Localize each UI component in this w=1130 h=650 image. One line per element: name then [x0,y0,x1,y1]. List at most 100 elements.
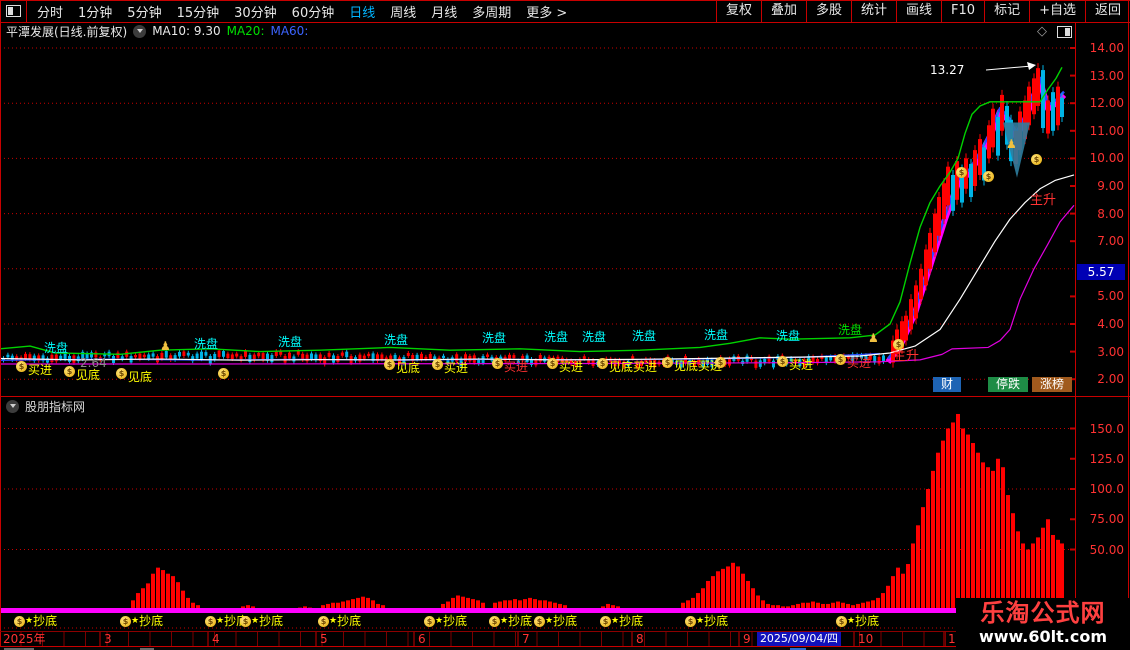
month-label-7: 7 [522,632,530,646]
price-axis-label: 14.00 [1089,41,1124,55]
annotation-layer: 14.00 13.00 12.00 11.00 10.00 9.00 8.00 7.00 5.0… [0,0,1130,650]
golden-figure-icon: ♟ [160,339,171,353]
signal-label: 见底买进 [609,360,658,374]
month-label-5: 5 [320,632,328,646]
signal-label: 买进 [559,360,584,374]
wash-label: 洗盘 [384,333,409,347]
indicator-name: 股朋指标网 [25,399,86,414]
signal-label: 见底 [76,368,101,382]
main-rise-label: 主升 [893,349,920,364]
wash-label: 洗盘 [704,328,729,342]
price-axis-label: 12.00 [1089,96,1124,111]
app-window: { "menu": { "items": ["分时","1分钟","5分钟","… [0,0,1130,650]
main-rise-label: 主升 [1030,193,1057,208]
month-label-2025年: 2025年 [3,632,46,646]
bottom-fishing-marker: $ ★抄底 [600,615,643,628]
wash-label: 洗盘 [482,331,507,345]
bottom-fishing-marker: $ ★抄底 [424,615,467,628]
wash-label: 洗盘 [776,329,801,343]
moneybag-icon: $ [432,358,443,371]
badge-财[interactable]: 财 [933,377,961,392]
watermark-url: www.60lt.com [978,627,1108,646]
price-axis-label: 5.00 [1097,289,1124,304]
wash-label: 洗盘 [44,341,69,355]
moneybag-icon: $ [835,353,846,366]
badge-停跌[interactable]: 停跌 [988,377,1028,392]
collapse-indicator-panel-icon[interactable] [6,399,19,413]
golden-figure-icon: ♟ [1006,137,1017,151]
indicator-axis-label: 100.0 [1089,482,1124,496]
wash-label: 洗盘 [632,329,657,343]
moneybag-icon: $ [777,355,788,368]
bottom-fishing-marker: $ ★抄底 [14,615,57,628]
wash-label: 洗盘 [194,337,219,351]
moneybag-icon: $ [715,356,726,369]
indicator-axis-label: 150.0 [1089,421,1124,436]
signal-label: 见底 [128,370,153,384]
month-label-6: 6 [418,632,426,646]
wash-label: 洗盘 [544,330,569,344]
price-axis-label: 11.00 [1089,123,1124,138]
wash-label: 洗盘 [838,323,863,337]
moneybag-icon: $ [893,338,904,351]
month-label-8: 8 [636,632,644,646]
price-axis-label: 10.00 [1089,151,1124,166]
month-label-3: 3 [104,632,112,646]
moneybag-icon: $ [1031,153,1042,166]
bottom-fishing-marker: $ ★抄底 [534,615,577,628]
month-label-9: 9 [743,632,751,646]
moneybag-icon: $ [547,357,558,370]
axis-row-top [0,631,1076,632]
signal-label: 买进 [504,360,529,374]
signal-label: 见底 [396,361,421,375]
price-axis-label: 7.00 [1097,234,1124,249]
month-label-4: 4 [212,632,220,646]
frame-right [1128,0,1129,650]
moneybag-icon: $ [384,358,395,371]
wash-label: 洗盘 [582,330,607,344]
bottom-fishing-marker: $ ★抄底 [489,615,532,628]
moneybag-icon: $ [218,367,229,380]
selected-date-box: 2025/09/04/四 [757,631,841,646]
frame-top [0,0,1130,1]
indicator-axis-label: 50.00 [1089,542,1124,557]
price-axis-label: 13.00 [1089,68,1124,83]
reference-price-label: 2.64 [80,356,107,370]
signal-label: 买进 [789,358,814,372]
bottom-fishing-marker: $ ★抄底 [120,615,163,628]
bottom-fishing-marker: $ ★抄底 [685,615,728,628]
badge-涨榜[interactable]: 涨榜 [1032,377,1072,392]
indicator-panel-header: 股朋指标网 [0,398,85,414]
axis-separator [1075,22,1076,646]
month-label-10: 10 [858,632,874,646]
signal-label: 买进 [28,363,53,377]
price-axis-label: 2.00 [1097,372,1124,387]
price-axis-label: 3.00 [1097,344,1124,359]
moneybag-icon: $ [597,357,608,370]
signal-label: 买进 [444,361,469,375]
watermark: 乐淘公式网 www.60lt.com [956,598,1130,650]
panel-separator [0,396,1130,397]
golden-figure-icon: ♟ [868,331,879,345]
indicator-axis-label: 125.0 [1089,451,1124,466]
moneybag-icon: $ [16,360,27,373]
moneybag-icon: $ [492,357,503,370]
price-axis-label: 8.00 [1097,206,1124,221]
peak-price-label: 13.27 [930,63,965,77]
wash-label: 洗盘 [278,335,303,349]
bottom-fishing-marker: $ ★抄底 [240,615,283,628]
signal-label: 买进 [847,356,872,370]
last-price-box: 5.57 [1077,264,1125,280]
price-axis-label: 4.00 [1097,317,1124,331]
watermark-site-name: 乐淘公式网 [980,599,1106,627]
moneybag-icon: $ [662,356,673,369]
indicator-axis-label: 75.00 [1089,512,1124,527]
frame-left [0,0,1,650]
moneybag-icon: $ [64,365,75,378]
price-axis-label: 9.00 [1097,179,1124,193]
moneybag-icon: $ [983,170,994,183]
bottom-fishing-marker: $ ★抄底 [836,615,879,628]
bottom-fishing-marker: $ ★抄底 [318,615,361,628]
moneybag-icon: $ [116,367,127,380]
moneybag-icon: $ [956,166,967,179]
